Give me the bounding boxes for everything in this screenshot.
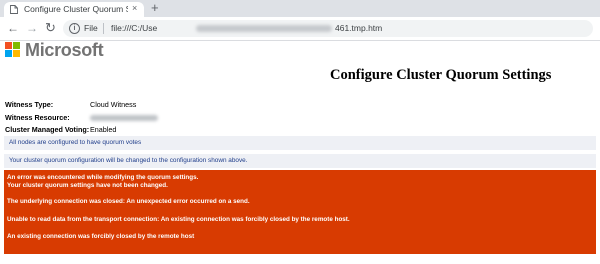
error-line: Unable to read data from the transport c…	[7, 216, 350, 223]
back-arrow-icon[interactable]: ←	[7, 20, 19, 36]
error-line: Your cluster quorum settings have not be…	[7, 182, 168, 189]
redacted-witness-resource	[90, 115, 158, 121]
witness-type-label: Witness Type:	[5, 100, 54, 109]
error-line: The underlying connection was closed: An…	[7, 198, 250, 205]
tab-title: Configure Cluster Quorum Setti	[24, 4, 128, 14]
nodes-notice-text: All nodes are configured to have quorum …	[9, 139, 142, 146]
reload-icon[interactable]: ↻	[45, 20, 56, 36]
scheme-label: File	[84, 23, 98, 33]
redacted-url-segment	[196, 25, 332, 32]
error-panel: An error was encountered while modifying…	[4, 170, 596, 254]
page-title: Configure Cluster Quorum Settings	[330, 67, 552, 83]
forward-arrow-icon[interactable]: →	[26, 20, 38, 36]
new-tab-icon[interactable]: +	[151, 0, 159, 15]
change-notice: Your cluster quorum configuration will b…	[4, 154, 596, 168]
url-text-start: file:///C:/Use	[111, 23, 158, 33]
error-line: An error was encountered while modifying…	[7, 174, 199, 181]
tab-strip: Configure Cluster Quorum Setti × +	[0, 0, 600, 17]
managed-voting-label: Cluster Managed Voting:	[5, 125, 90, 134]
tab-close-icon[interactable]: ×	[132, 3, 137, 13]
url-text-end: 461.tmp.htm	[335, 23, 383, 33]
divider	[103, 23, 104, 34]
browser-tab[interactable]: Configure Cluster Quorum Setti ×	[4, 2, 144, 17]
brand-wordmark: Microsoft	[25, 40, 104, 60]
microsoft-logo-icon	[5, 42, 20, 57]
error-line: An existing connection was forcibly clos…	[7, 233, 195, 240]
document-icon	[10, 5, 18, 14]
address-bar[interactable]: i File file:///C:/Use 461.tmp.htm	[63, 20, 593, 37]
witness-type-value: Cloud Witness	[90, 100, 137, 109]
change-notice-text: Your cluster quorum configuration will b…	[9, 157, 248, 164]
nodes-notice: All nodes are configured to have quorum …	[4, 136, 596, 150]
browser-toolbar: ← → ↻ i File file:///C:/Use 461.tmp.htm	[0, 17, 600, 41]
managed-voting-value: Enabled	[90, 125, 117, 134]
witness-resource-label: Witness Resource:	[5, 113, 70, 122]
info-icon[interactable]: i	[69, 23, 80, 34]
